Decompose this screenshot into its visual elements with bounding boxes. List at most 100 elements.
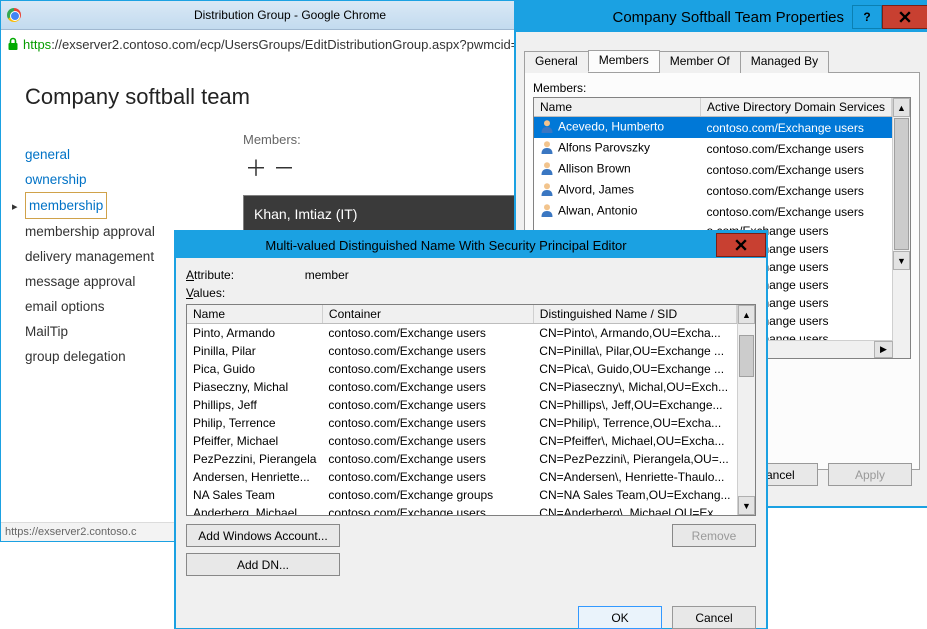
nav-general[interactable]: general bbox=[25, 142, 155, 167]
values-list[interactable]: Name Container Distinguished Name / SID … bbox=[186, 304, 756, 516]
apply-button[interactable]: Apply bbox=[828, 463, 912, 486]
add-member-icon[interactable]: ＋ bbox=[245, 156, 273, 181]
attribute-value: member bbox=[305, 268, 349, 282]
cell-name: Phillips, Jeff bbox=[187, 396, 322, 414]
scroll-up-icon[interactable]: ▲ bbox=[893, 98, 910, 117]
user-icon bbox=[540, 182, 554, 199]
cell-name: Pinilla, Pilar bbox=[187, 342, 322, 360]
nav-membership-approval[interactable]: membership approval bbox=[25, 219, 155, 244]
table-row[interactable]: Alfons Parovszkycontoso.com/Exchange use… bbox=[534, 138, 892, 159]
table-row[interactable]: Andersen, Henriette...contoso.com/Exchan… bbox=[187, 468, 737, 486]
table-row[interactable]: Allison Browncontoso.com/Exchange users bbox=[534, 159, 892, 180]
user-icon bbox=[540, 161, 554, 178]
cell-name: Alvord, James bbox=[534, 180, 700, 201]
ok-button[interactable]: OK bbox=[578, 606, 662, 629]
remove-member-icon[interactable]: － bbox=[273, 156, 301, 181]
editor-titlebar[interactable]: Multi-valued Distinguished Name With Sec… bbox=[176, 232, 766, 258]
cell-name: Andersen, Henriette... bbox=[187, 468, 322, 486]
nav-mailtip[interactable]: MailTip bbox=[25, 319, 155, 344]
cell-name: Acevedo, Humberto bbox=[534, 117, 700, 139]
tab-member-of[interactable]: Member Of bbox=[659, 51, 741, 73]
nav-message-approval[interactable]: message approval bbox=[25, 269, 155, 294]
cell-container: contoso.com/Exchange users bbox=[322, 396, 533, 414]
cell-container: contoso.com/Exchange users bbox=[322, 342, 533, 360]
cancel-button[interactable]: Cancel bbox=[672, 606, 756, 629]
properties-title: Company Softball Team Properties bbox=[516, 9, 852, 26]
members-list[interactable]: Khan, Imtiaz (IT) ▲ ▼ bbox=[243, 195, 553, 233]
table-row[interactable]: Philip, Terrencecontoso.com/Exchange use… bbox=[187, 414, 737, 432]
chrome-title: Distribution Group - Google Chrome bbox=[29, 8, 551, 22]
nav-ownership[interactable]: ownership bbox=[25, 167, 155, 192]
table-row[interactable]: Pfeiffer, Michaelcontoso.com/Exchange us… bbox=[187, 432, 737, 450]
table-row[interactable]: Piaseczny, Michalcontoso.com/Exchange us… bbox=[187, 378, 737, 396]
scroll-thumb[interactable] bbox=[894, 118, 909, 250]
close-button[interactable] bbox=[716, 233, 766, 257]
col-adds[interactable]: Active Directory Domain Services bbox=[700, 98, 891, 117]
dn-editor-dialog: Multi-valued Distinguished Name With Sec… bbox=[174, 230, 768, 629]
sidebar-nav: general ownership membership membership … bbox=[25, 142, 155, 369]
table-row[interactable]: Pica, Guidocontoso.com/Exchange usersCN=… bbox=[187, 360, 737, 378]
member-row[interactable]: Khan, Imtiaz (IT) bbox=[244, 196, 533, 232]
table-row[interactable]: Anderberg, Michaelcontoso.com/Exchange u… bbox=[187, 504, 737, 515]
cell-dn: CN=Pinilla\, Pilar,OU=Exchange ... bbox=[533, 342, 736, 360]
scroll-thumb[interactable] bbox=[739, 335, 754, 377]
tab-managed-by[interactable]: Managed By bbox=[740, 51, 829, 73]
cell-dn: CN=Phillips\, Jeff,OU=Exchange... bbox=[533, 396, 736, 414]
user-icon bbox=[540, 203, 554, 220]
col-dn[interactable]: Distinguished Name / SID bbox=[533, 305, 736, 324]
nav-delivery-management[interactable]: delivery management bbox=[25, 244, 155, 269]
table-row[interactable]: Phillips, Jeffcontoso.com/Exchange users… bbox=[187, 396, 737, 414]
add-windows-account-button[interactable]: Add Windows Account... bbox=[186, 524, 340, 547]
cell-name: PezPezzini, Pierangela bbox=[187, 450, 322, 468]
scroll-down-icon[interactable]: ▼ bbox=[893, 251, 910, 270]
table-row[interactable]: PezPezzini, Pierangelacontoso.com/Exchan… bbox=[187, 450, 737, 468]
cell-name: Piaseczny, Michal bbox=[187, 378, 322, 396]
remove-button[interactable]: Remove bbox=[672, 524, 756, 547]
nav-email-options[interactable]: email options bbox=[25, 294, 155, 319]
attribute-row: Attribute: member bbox=[186, 268, 756, 282]
table-row[interactable]: Alvord, Jamescontoso.com/Exchange users bbox=[534, 180, 892, 201]
properties-titlebar[interactable]: Company Softball Team Properties ? bbox=[516, 2, 927, 32]
tab-members[interactable]: Members bbox=[588, 50, 660, 72]
nav-membership-label: membership bbox=[25, 192, 107, 219]
user-icon bbox=[540, 119, 554, 136]
cell-container: contoso.com/Exchange users bbox=[322, 450, 533, 468]
cell-name: NA Sales Team bbox=[187, 486, 322, 504]
close-button[interactable] bbox=[882, 5, 927, 29]
nav-membership[interactable]: membership bbox=[25, 192, 155, 219]
url-rest: ://exserver2.contoso.com/ecp/UsersGroups… bbox=[51, 37, 541, 52]
col-name[interactable]: Name bbox=[534, 98, 700, 117]
cell-name: Alwan, Antonio bbox=[534, 201, 700, 222]
tab-general[interactable]: General bbox=[524, 51, 589, 73]
help-button[interactable]: ? bbox=[852, 5, 882, 29]
cell-container: contoso.com/Exchange groups bbox=[322, 486, 533, 504]
scroll-up-icon[interactable]: ▲ bbox=[738, 305, 755, 324]
cell-name: Pica, Guido bbox=[187, 360, 322, 378]
cell-folder: contoso.com/Exchange users bbox=[700, 138, 891, 159]
cell-dn: CN=Pinto\, Armando,OU=Excha... bbox=[533, 324, 736, 343]
cell-name: Anderberg, Michael bbox=[187, 504, 322, 515]
vscrollbar[interactable]: ▲ ▼ bbox=[892, 98, 910, 358]
cell-container: contoso.com/Exchange users bbox=[322, 432, 533, 450]
cell-name: Pinto, Armando bbox=[187, 324, 322, 343]
table-row[interactable]: Alwan, Antoniocontoso.com/Exchange users bbox=[534, 201, 892, 222]
chrome-favicon bbox=[7, 8, 21, 22]
scroll-right-icon[interactable]: ▶ bbox=[874, 341, 893, 358]
nav-group-delegation[interactable]: group delegation bbox=[25, 344, 155, 369]
table-row[interactable]: Pinilla, Pilarcontoso.com/Exchange users… bbox=[187, 342, 737, 360]
add-dn-button[interactable]: Add DN... bbox=[186, 553, 340, 576]
cell-folder: contoso.com/Exchange users bbox=[700, 117, 891, 139]
cell-name: Pfeiffer, Michael bbox=[187, 432, 322, 450]
table-row[interactable]: Pinto, Armandocontoso.com/Exchange users… bbox=[187, 324, 737, 343]
col-name[interactable]: Name bbox=[187, 305, 322, 324]
table-row[interactable]: NA Sales Teamcontoso.com/Exchange groups… bbox=[187, 486, 737, 504]
cell-container: contoso.com/Exchange users bbox=[322, 378, 533, 396]
cell-folder: contoso.com/Exchange users bbox=[700, 159, 891, 180]
table-row[interactable]: Acevedo, Humbertocontoso.com/Exchange us… bbox=[534, 117, 892, 139]
cell-folder: contoso.com/Exchange users bbox=[700, 201, 891, 222]
scroll-down-icon[interactable]: ▼ bbox=[738, 496, 755, 515]
vscrollbar[interactable]: ▲ ▼ bbox=[737, 305, 755, 515]
cell-dn: CN=Anderberg\, Michael,OU=Ex... bbox=[533, 504, 736, 515]
lock-icon bbox=[7, 37, 19, 51]
col-container[interactable]: Container bbox=[322, 305, 533, 324]
